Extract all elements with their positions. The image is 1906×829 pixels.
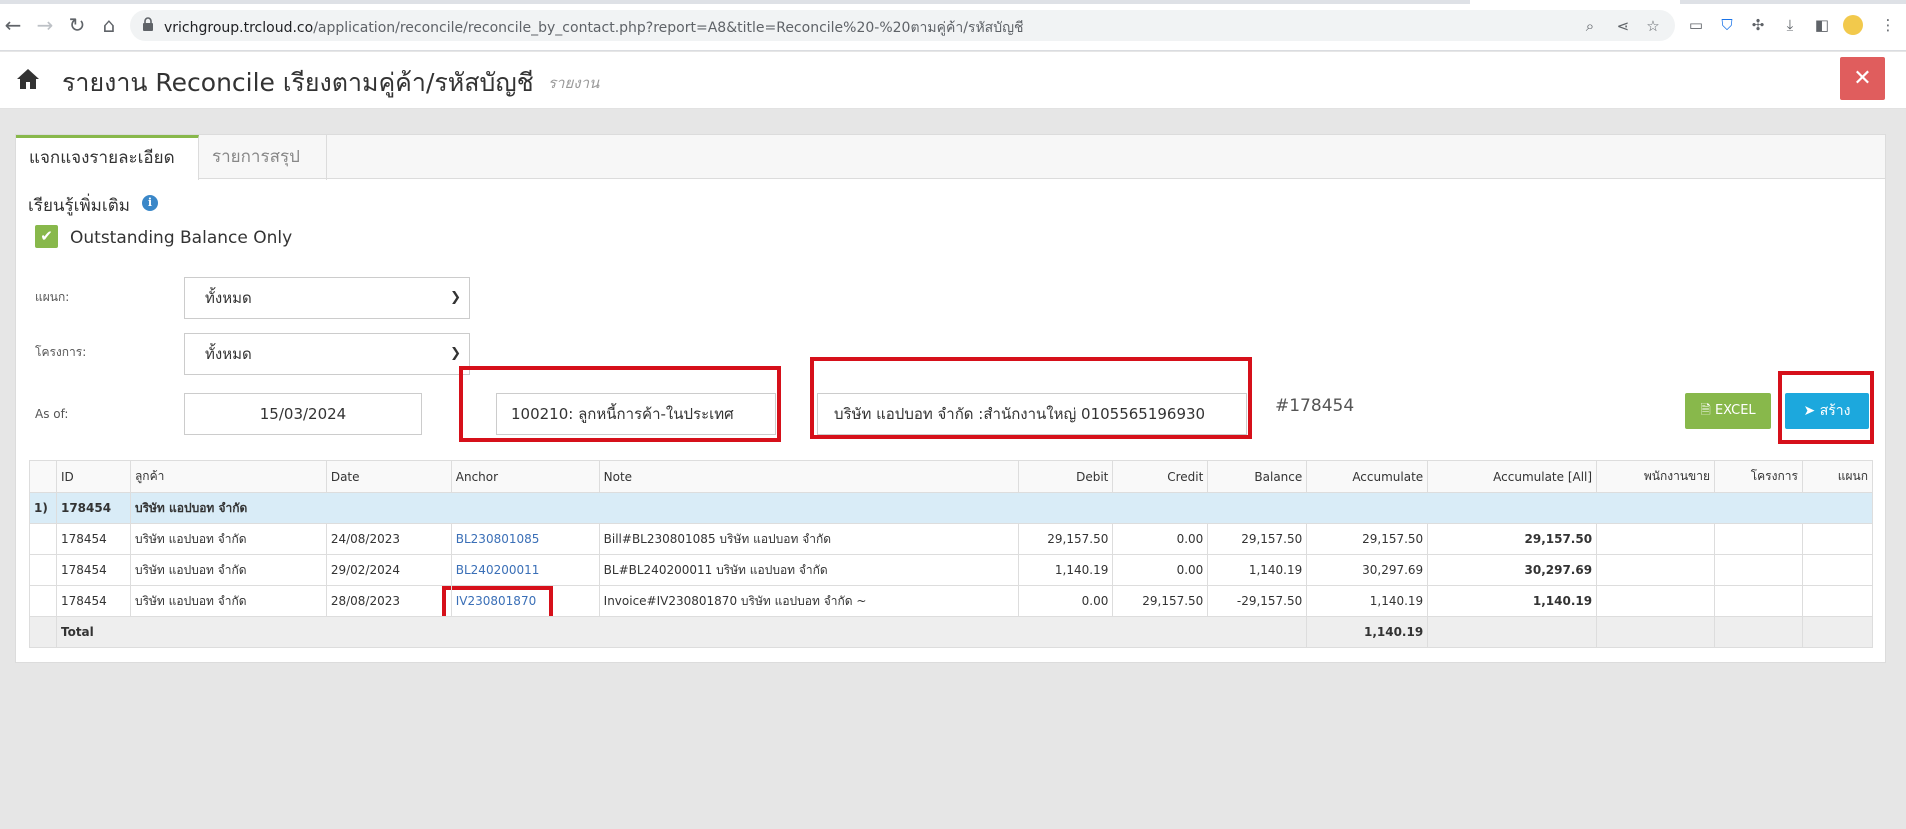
col-anchor[interactable]: Anchor [450,460,600,493]
menu-icon[interactable]: ⋮ [1878,15,1898,35]
table-header-row: ID ลูกค้า Date Anchor Note Debit Credit … [29,460,1874,493]
sidepanel-icon[interactable]: ◧ [1812,15,1832,35]
profile-avatar[interactable] [1843,15,1863,35]
reconcile-table: ID ลูกค้า Date Anchor Note Debit Credit … [29,460,1874,648]
share-icon[interactable]: ⋖ [1614,17,1632,35]
asof-date-input[interactable]: 15/03/2024 [184,393,422,435]
learn-more-link[interactable]: เรียนรู้เพิ่มเติม [28,192,130,219]
extensions-puzzle-icon[interactable]: ✣ [1748,15,1768,35]
anchor-link[interactable]: IV230801870 [456,594,536,608]
department-select[interactable]: ทั้งหมด ❯ [184,277,470,319]
highlight-create [1778,371,1874,444]
tab-detail[interactable]: แจกแจงรายละเอียด [16,135,199,180]
page-header: รายงาน Reconcile เรียงตามคู่ค้า/รหัสบัญช… [0,52,1906,109]
col-balance[interactable]: Balance [1207,460,1308,493]
col-project[interactable]: โครงการ [1714,460,1803,493]
download-icon[interactable]: ⤓ [1780,15,1800,35]
tab-bar: แจกแจงรายละเอียด รายการสรุป [16,135,1885,180]
col-id[interactable]: ID [55,460,131,493]
group-row: 1) 178454 บริษัท แอปบอท จำกัด [29,492,1874,524]
col-note[interactable]: Note [598,460,1020,493]
table-row: 178454 บริษัท แอปบอท จำกัด 29/02/2024 BL… [29,554,1874,586]
table-row: 178454 บริษัท แอปบอท จำกัด 28/08/2023 IV… [29,585,1874,617]
home-browser-icon[interactable]: ⌂ [98,14,120,36]
col-salesperson[interactable]: พนักงานขาย [1596,460,1715,493]
col-credit[interactable]: Credit [1112,460,1209,493]
col-date[interactable]: Date [325,460,452,493]
contact-ref: #178454 [1275,396,1355,416]
tab-strip [0,0,1470,4]
col-accumulate-all[interactable]: Accumulate [All] [1427,460,1598,493]
page-title: รายงาน Reconcile เรียงตามคู่ค้า/รหัสบัญช… [62,68,534,97]
browser-toolbar: ← → ↻ ⌂ vrichgroup.trcloud.co/applicatio… [0,0,1906,51]
col-department[interactable]: แผนก [1801,460,1874,493]
highlight-account [459,366,781,442]
zoom-icon[interactable]: ⌕ [1581,17,1599,35]
table-row: 178454 บริษัท แอปบอท จำกัด 24/08/2023 BL… [29,523,1874,555]
project-select[interactable]: ทั้งหมด ❯ [184,333,470,375]
col-accumulate[interactable]: Accumulate [1306,460,1429,493]
highlight-contact [810,357,1252,439]
excel-button[interactable]: 🗎 EXCEL [1685,393,1771,429]
address-bar[interactable]: vrichgroup.trcloud.co/application/reconc… [130,10,1675,41]
project-label: โครงการ: [35,345,87,359]
total-row: Total 1,140.19 [29,616,1874,648]
col-no [29,460,57,493]
col-customer[interactable]: ลูกค้า [129,460,327,493]
info-icon[interactable]: i [142,195,158,211]
department-label: แผนก: [35,290,70,304]
home-icon[interactable] [16,68,40,90]
outstanding-label: Outstanding Balance Only [70,228,293,248]
asof-label: As of: [35,407,69,421]
star-icon[interactable]: ☆ [1644,17,1662,35]
anchor-link[interactable]: BL240200011 [456,563,540,577]
anchor-link[interactable]: BL230801085 [456,532,540,546]
reload-icon[interactable]: ↻ [66,14,88,36]
lock-icon [143,17,153,31]
outstanding-checkbox[interactable]: ✔ [35,225,58,248]
page-subtitle: รายงาน [548,74,600,92]
chevron-down-icon: ❯ [450,290,461,305]
extension-shield-icon[interactable]: ⛉ [1717,15,1737,35]
tab-strip-right [1680,0,1906,4]
col-debit[interactable]: Debit [1018,460,1114,493]
back-icon[interactable]: ← [2,14,24,36]
tab-summary[interactable]: รายการสรุป [199,135,327,180]
forward-icon[interactable]: → [34,14,56,36]
extension-chat-icon[interactable]: ▭ [1686,15,1706,35]
close-button[interactable]: ✕ [1840,57,1885,100]
url-text: vrichgroup.trcloud.co/application/reconc… [164,20,1024,36]
